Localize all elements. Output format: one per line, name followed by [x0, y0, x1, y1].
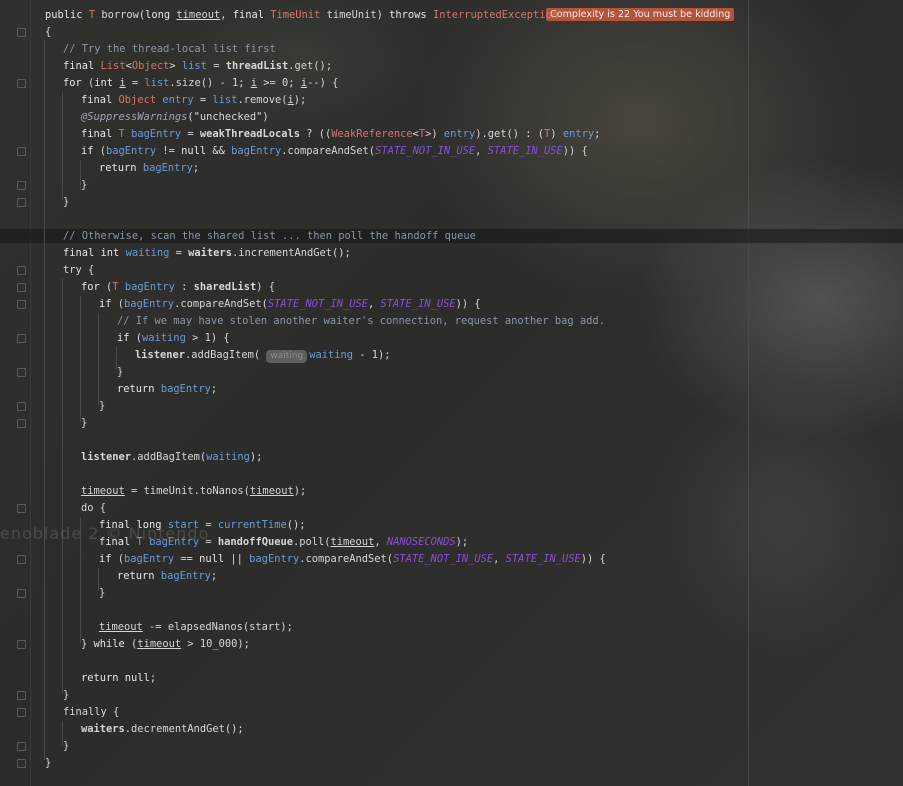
code-comment: // If we may have stolen another waiter'…: [117, 315, 605, 327]
code-line: finally {: [63, 706, 120, 718]
indent-guide: [62, 279, 63, 693]
fold-marker-icon[interactable]: [17, 742, 26, 751]
fold-marker-icon[interactable]: [17, 181, 26, 190]
fold-marker-icon[interactable]: [17, 504, 26, 513]
fold-marker-icon[interactable]: [17, 300, 26, 309]
indent-guide: [80, 296, 81, 422]
code-line: return bagEntry;: [117, 383, 218, 395]
complexity-hint-badge: Complexity is 22 You must be kidding: [546, 8, 735, 21]
code-line: timeout -= elapsedNanos(start);: [99, 621, 293, 633]
code-line: }: [63, 689, 70, 701]
code-line: }: [99, 587, 106, 599]
code-line: final long start = currentTime();: [99, 519, 306, 531]
code-line: for (T bagEntry : sharedList) {: [81, 281, 275, 293]
code-line: if (bagEntry == null || bagEntry.compare…: [99, 553, 606, 565]
fold-marker-icon[interactable]: [17, 147, 26, 156]
code-line: if (waiting > 1) {: [117, 332, 230, 344]
code-line: }: [63, 196, 70, 208]
code-line: final T bagEntry = weakThreadLocals ? ((…: [81, 128, 601, 140]
fold-marker-icon[interactable]: [17, 28, 26, 37]
fold-marker-icon[interactable]: [17, 555, 26, 564]
code-comment: // Otherwise, scan the shared list ... t…: [63, 230, 476, 242]
fold-marker-icon[interactable]: [17, 198, 26, 207]
fold-marker-icon[interactable]: [17, 419, 26, 428]
code-line: timeout = timeUnit.toNanos(timeout);: [81, 485, 307, 497]
code-annotation: @SuppressWarnings("unchecked"): [81, 111, 269, 123]
indent-guide: [62, 92, 63, 200]
code-line: }: [45, 757, 52, 769]
code-line: listener.addBagItem(waiting);: [81, 451, 263, 463]
code-line: }: [81, 417, 88, 429]
code-line: }: [63, 740, 70, 752]
indent-guide: [98, 313, 99, 405]
code-line: try {: [63, 264, 95, 276]
code-line: public T borrow(long timeout, final Time…: [45, 9, 559, 21]
indent-guide: [44, 40, 45, 760]
code-line: } while (timeout > 10_000);: [81, 638, 250, 650]
code-line: if (bagEntry.compareAndSet(STATE_NOT_IN_…: [99, 298, 481, 310]
fold-marker-icon[interactable]: [17, 708, 26, 717]
fold-marker-icon[interactable]: [17, 283, 26, 292]
fold-marker-icon[interactable]: [17, 266, 26, 275]
fold-marker-icon[interactable]: [17, 368, 26, 377]
fold-marker-icon[interactable]: [17, 640, 26, 649]
code-line: }: [99, 400, 106, 412]
code-line: final T bagEntry = handoffQueue.poll(tim…: [99, 536, 469, 548]
code-line: return null;: [81, 672, 157, 684]
fold-marker-icon[interactable]: [17, 334, 26, 343]
code-comment: // Try the thread-local list first: [63, 43, 276, 55]
parameter-hint: waiting: [266, 350, 308, 363]
code-line: }: [117, 366, 124, 378]
code-line: return bagEntry;: [117, 570, 218, 582]
code-line: final Object entry = list.remove(i);: [81, 94, 307, 106]
code-line: return bagEntry;: [99, 162, 200, 174]
code-line: waiters.decrementAndGet();: [81, 723, 244, 735]
fold-marker-icon[interactable]: [17, 79, 26, 88]
fold-marker-icon[interactable]: [17, 589, 26, 598]
code-line: final List<Object> list = threadList.get…: [63, 60, 333, 72]
gutter-divider: [30, 0, 31, 786]
code-line: }: [81, 179, 88, 191]
code-line: for (int i = list.size() - 1; i >= 0; i-…: [63, 77, 339, 89]
fold-marker-icon[interactable]: [17, 691, 26, 700]
right-margin-guide: [748, 0, 749, 786]
code-line: {: [45, 26, 52, 38]
code-line: listener.addBagItem( waiting waiting - 1)…: [135, 349, 391, 363]
fold-marker-icon[interactable]: [17, 759, 26, 768]
code-line: final int waiting = waiters.incrementAnd…: [63, 247, 351, 259]
code-line: if (bagEntry != null && bagEntry.compare…: [81, 145, 588, 157]
fold-marker-icon[interactable]: [17, 402, 26, 411]
code-line: do {: [81, 502, 107, 514]
